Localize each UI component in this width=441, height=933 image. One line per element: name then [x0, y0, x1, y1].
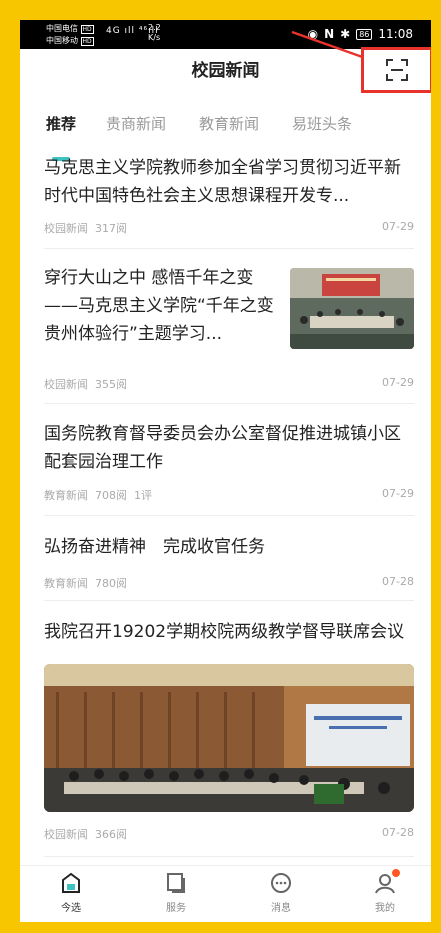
divider — [44, 600, 414, 601]
news-date: 07-28 — [382, 826, 414, 839]
news-title: 国务院教育督导委员会办公室督促推进城镇小区配套园治理工作 — [44, 424, 401, 472]
message-icon — [269, 871, 293, 895]
news-meta: 校园新闻 355阅 07-29 — [44, 376, 414, 392]
carrier2-name: 中国移动 — [46, 36, 78, 45]
news-reads: 317阅 — [95, 222, 127, 235]
news-item[interactable]: 马克思主义学院教师参加全省学习贯彻习近平新时代中国特色社会主义思想课程开发专..… — [44, 154, 414, 235]
bottom-nav: 今选 服务 消息 我的 — [20, 865, 431, 922]
notification-dot — [392, 869, 400, 877]
category-tabs: 推荐 贵商新闻 教育新闻 易班头条 — [20, 110, 431, 150]
news-source: 教育新闻 — [44, 577, 88, 590]
nav-label: 今选 — [61, 903, 81, 914]
nav-item-today[interactable]: 今选 — [41, 871, 101, 914]
tab-yiban-headlines[interactable]: 易班头条 — [292, 113, 352, 134]
profile-icon — [373, 869, 400, 895]
news-cover-image — [44, 664, 414, 812]
carrier1-badge: HD — [80, 25, 94, 34]
news-title: 马克思主义学院教师参加全省学习贯彻习近平新时代中国特色社会主义思想课程开发专..… — [44, 158, 401, 206]
news-title: 弘扬奋进精神 完成收官任务 — [44, 537, 265, 557]
tab-recommend[interactable]: 推荐 — [46, 113, 76, 134]
conference-photo — [44, 664, 414, 812]
tab-guishang-news[interactable]: 贵商新闻 — [106, 113, 166, 134]
news-date: 07-29 — [382, 220, 414, 233]
meeting-photo — [290, 268, 414, 349]
speed-unit: K/s — [148, 33, 161, 42]
speed-value: 2.2 — [148, 23, 161, 32]
divider — [44, 248, 414, 249]
news-comments: 1评 — [134, 489, 152, 502]
news-reads: 355阅 — [95, 378, 127, 391]
news-title: 穿行大山之中 感悟千年之变——马克思主义学院“千年之变贵州体验行”主题学习... — [44, 268, 274, 344]
carrier2-badge: HD — [80, 37, 94, 46]
news-meta: 校园新闻 366阅 07-28 — [44, 826, 414, 842]
nav-label: 消息 — [271, 903, 291, 914]
news-source: 校园新闻 — [44, 378, 88, 391]
news-item[interactable]: 弘扬奋进精神 完成收官任务 教育新闻 780阅 07-28 — [44, 533, 414, 590]
news-date: 07-28 — [382, 575, 414, 588]
news-meta: 校园新闻 317阅 07-29 — [44, 220, 414, 236]
network-speed: 2.2 K/s — [148, 23, 161, 43]
nav-item-service[interactable]: 服务 — [146, 871, 206, 914]
scan-icon — [386, 59, 408, 81]
news-thumbnail — [290, 268, 414, 349]
carrier-info: 中国电信 HD 中国移动 HD — [46, 23, 94, 47]
home-icon — [59, 871, 83, 895]
news-date: 07-29 — [382, 487, 414, 500]
news-meta: 教育新闻 780阅 07-28 — [44, 575, 414, 591]
service-icon — [164, 871, 188, 895]
news-reads: 366阅 — [95, 828, 127, 841]
clock: 11:08 — [378, 27, 413, 41]
news-title: 我院召开19202学期校院两级教学督导联席会议 — [44, 622, 405, 642]
tab-education-news[interactable]: 教育新闻 — [199, 113, 259, 134]
divider — [44, 515, 414, 516]
news-reads: 708阅 — [95, 489, 127, 502]
news-date: 07-29 — [382, 376, 414, 389]
news-source: 教育新闻 — [44, 489, 88, 502]
news-item[interactable]: 我院召开19202学期校院两级教学督导联席会议 — [44, 618, 414, 646]
divider — [44, 403, 414, 404]
news-item[interactable]: 穿行大山之中 感悟千年之变——马克思主义学院“千年之变贵州体验行”主题学习... — [44, 264, 280, 348]
nav-label: 服务 — [166, 903, 186, 914]
scan-button[interactable] — [361, 47, 431, 93]
nav-item-messages[interactable]: 消息 — [251, 871, 311, 914]
nav-label: 我的 — [375, 903, 395, 914]
carrier1-name: 中国电信 — [46, 24, 78, 33]
nav-item-profile[interactable]: 我的 — [355, 869, 415, 914]
news-item[interactable]: 国务院教育督导委员会办公室督促推进城镇小区配套园治理工作 教育新闻 708阅 1… — [44, 420, 414, 502]
news-source: 校园新闻 — [44, 828, 88, 841]
news-meta: 教育新闻 708阅 1评 07-29 — [44, 487, 414, 503]
news-reads: 780阅 — [95, 577, 127, 590]
news-source: 校园新闻 — [44, 222, 88, 235]
app-screen: 中国电信 HD 中国移动 HD 4G ıll ⁴⁶ıll 2.2 K/s ◉ N… — [20, 20, 431, 922]
divider — [44, 856, 414, 857]
